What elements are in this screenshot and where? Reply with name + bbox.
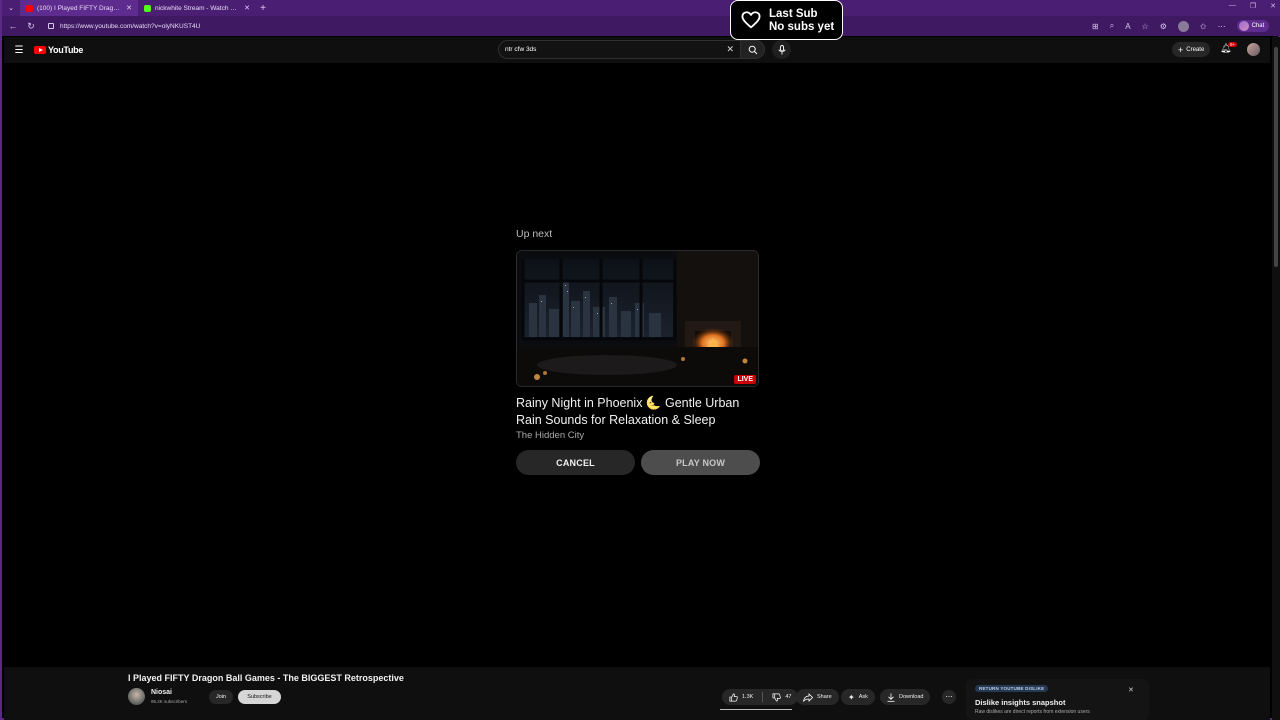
thumbs-up-icon — [729, 693, 738, 701]
tab-title: (100) I Played FIFTY Dragon Ball Games — [37, 4, 122, 12]
clear-search-icon[interactable]: ✕ — [726, 44, 734, 55]
up-next-actions: CANCEL PLAY NOW — [516, 450, 760, 475]
close-window-icon[interactable]: ✕ — [1270, 2, 1276, 10]
app-frame: ⌄ (100) I Played FIFTY Dragon Ball Games… — [0, 0, 1280, 720]
window-controls: — ❐ ✕ — [1229, 2, 1276, 10]
ask-button[interactable]: ✦ Ask — [841, 689, 875, 705]
return-youtube-dislike-panel: RETURN YOUTUBE DISLIKE ✕ Dislike insight… — [966, 679, 1149, 720]
zoom-icon[interactable]: ⌕ — [1110, 21, 1114, 31]
account-avatar[interactable] — [1247, 43, 1260, 56]
like-count: 1.3K — [742, 694, 754, 700]
youtube-favicon-icon — [26, 4, 33, 12]
last-sub-heading: Last Sub — [769, 7, 818, 20]
sparkle-icon: ✦ — [848, 692, 855, 702]
last-sub-overlay: Last Sub No subs yet — [730, 0, 843, 40]
scrollbar-thumb[interactable] — [1274, 47, 1278, 267]
rainy-city-thumbnail-image — [517, 251, 758, 386]
up-next-label: Up next — [516, 228, 553, 240]
video-title: I Played FIFTY Dragon Ball Games - The B… — [128, 673, 404, 683]
tab-close-icon[interactable]: ✕ — [244, 4, 250, 12]
search-icon — [748, 45, 757, 54]
youtube-play-icon — [34, 46, 46, 54]
like-button[interactable]: 1.3K 47 — [722, 689, 799, 705]
tab-youtube[interactable]: (100) I Played FIFTY Dragon Ball Games ✕ — [20, 0, 138, 16]
url-field[interactable]: https://www.youtube.com/watch?v=olyNKUST… — [44, 19, 1084, 33]
tab-list-chevron-icon[interactable]: ⌄ — [2, 0, 20, 16]
youtube-logo-text: YouTube — [48, 45, 84, 55]
minimize-icon[interactable]: — — [1229, 2, 1236, 10]
ryd-title: Dislike insights snapshot — [975, 698, 1066, 707]
extensions-icon[interactable]: ⚙ — [1160, 22, 1167, 31]
search-button[interactable] — [741, 40, 765, 59]
channel-name[interactable]: Niosai — [151, 689, 172, 696]
dislike-count: 47 — [785, 694, 792, 700]
chat-button[interactable]: Chat — [1236, 20, 1270, 32]
copilot-icon — [1238, 21, 1249, 31]
channel-subscriber-count: 95.2K subscribers — [151, 699, 188, 704]
ask-label: Ask — [858, 694, 868, 700]
notification-count-badge: 9+ — [1228, 42, 1238, 47]
voice-search-button[interactable] — [772, 40, 791, 59]
more-actions-button[interactable]: ⋯ — [942, 690, 956, 704]
ryd-subtitle: Raw dislikes are direct reports from ext… — [975, 709, 1090, 715]
thumbs-down-icon[interactable] — [772, 693, 782, 702]
like-ratio-bar — [720, 709, 792, 710]
share-button[interactable]: Share — [796, 689, 839, 705]
url-text: https://www.youtube.com/watch?v=olyNKUST… — [60, 22, 201, 30]
ryd-tag: RETURN YOUTUBE DISLIKE — [975, 685, 1049, 692]
tab-kick[interactable]: nickwhite Stream - Watch Live on ✕ — [138, 0, 256, 16]
browser-tab-strip: ⌄ (100) I Played FIFTY Dragon Ball Games… — [2, 0, 1280, 16]
youtube-header: ☰ YouTube ntr cfw 3ds ✕ + Create 🔔︎ 9+ — [4, 37, 1270, 63]
plus-icon: + — [1178, 44, 1184, 55]
more-dots-icon[interactable]: ⋯ — [1218, 22, 1226, 31]
download-button[interactable]: Download — [880, 689, 931, 705]
video-info-bar: I Played FIFTY Dragon Ball Games - The B… — [4, 667, 1270, 720]
share-label: Share — [817, 694, 832, 700]
up-next-channel-name[interactable]: The Hidden City — [516, 430, 760, 441]
download-icon — [887, 693, 895, 702]
back-arrow-icon[interactable]: ← — [8, 21, 18, 31]
create-button[interactable]: + Create — [1172, 42, 1211, 57]
app-install-icon[interactable]: ⊞ — [1092, 22, 1099, 31]
live-badge: LIVE — [734, 375, 756, 384]
search-input[interactable]: ntr cfw 3ds ✕ — [498, 40, 741, 59]
subscribe-button[interactable]: Subscribe — [238, 690, 281, 704]
address-bar-icons: ⊞ ⌕ A ☆ ⚙ ✩ ⋯ Chat — [1092, 20, 1270, 32]
refresh-icon[interactable]: ↻ — [26, 21, 36, 32]
last-sub-value: No subs yet — [769, 20, 835, 33]
up-next-thumbnail[interactable]: LIVE — [516, 250, 759, 387]
share-arrow-icon — [803, 692, 813, 702]
restore-icon[interactable]: ❐ — [1250, 2, 1256, 10]
favorite-star-icon[interactable]: ☆ — [1142, 22, 1149, 31]
search-query: ntr cfw 3ds — [505, 46, 537, 53]
ryd-close-icon[interactable]: ✕ — [1128, 686, 1134, 694]
tab-title: nickwhite Stream - Watch Live on — [155, 4, 240, 12]
chat-label: Chat — [1251, 23, 1265, 29]
kick-favicon-icon — [144, 4, 151, 12]
tab-close-icon[interactable]: ✕ — [126, 4, 132, 12]
up-next-video-title[interactable]: Rainy Night in Phoenix 🌜 Gentle Urban Ra… — [516, 395, 760, 428]
join-button[interactable]: Join — [209, 690, 233, 704]
channel-avatar[interactable] — [128, 688, 145, 705]
play-now-button[interactable]: PLAY NOW — [641, 450, 760, 475]
read-aloud-icon[interactable]: A — [1125, 22, 1130, 31]
create-label: Create — [1186, 46, 1205, 53]
lock-icon — [48, 23, 54, 29]
menu-hamburger-icon[interactable]: ☰ — [4, 45, 34, 56]
new-tab-plus-icon[interactable]: + — [256, 3, 270, 14]
address-bar-row: ← ↻ https://www.youtube.com/watch?v=olyN… — [2, 16, 1280, 36]
microphone-icon — [778, 44, 785, 54]
download-label: Download — [899, 694, 924, 700]
up-next-card: Up next LIVE Rainy Night in Phoenix 🌜 Ge… — [516, 228, 760, 475]
youtube-logo[interactable]: YouTube — [34, 45, 83, 55]
page-scrollbar[interactable] — [1272, 37, 1280, 720]
heart-icon — [741, 11, 761, 29]
collections-icon[interactable]: ✩ — [1200, 22, 1207, 31]
cancel-button[interactable]: CANCEL — [516, 450, 635, 475]
profile-avatar[interactable] — [1177, 20, 1189, 32]
like-divider — [762, 692, 764, 702]
